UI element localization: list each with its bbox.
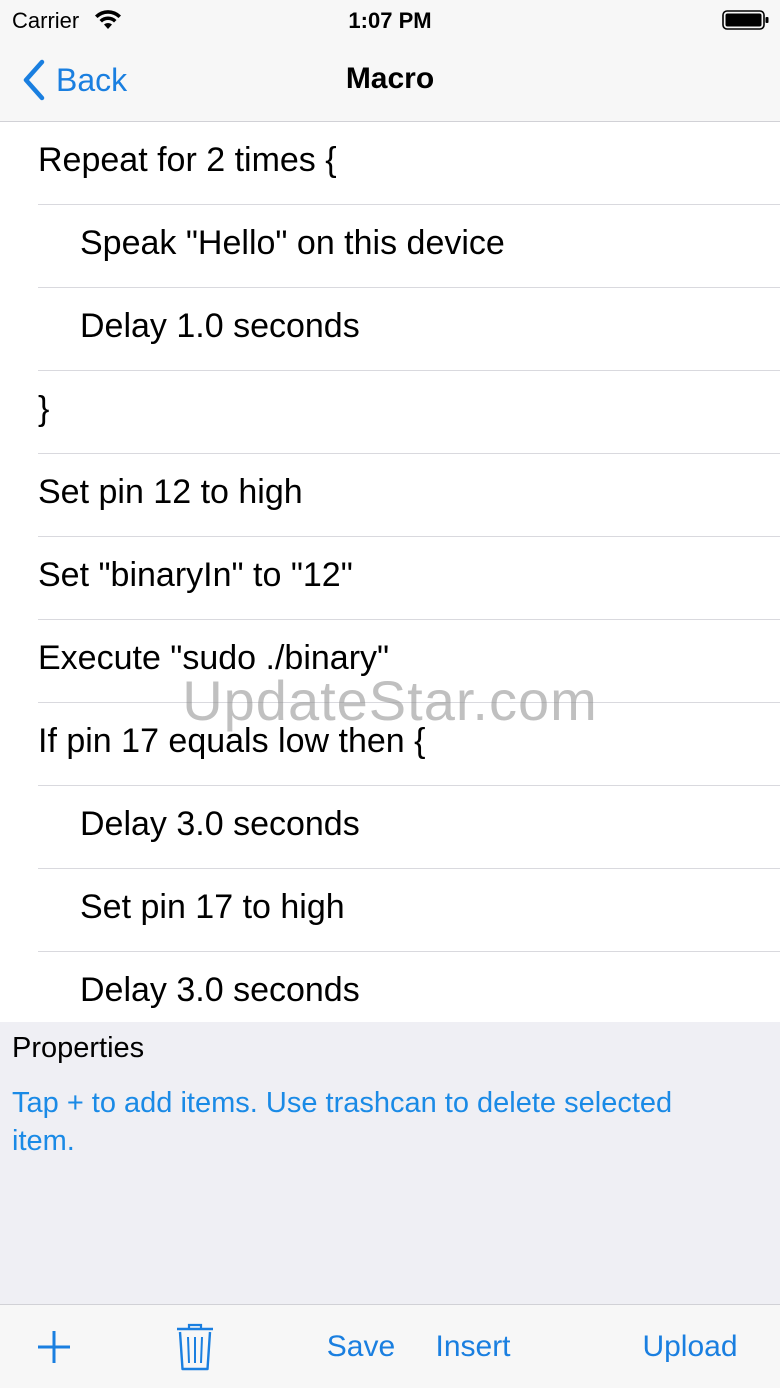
list-item[interactable]: Set pin 17 to high (0, 869, 780, 952)
list-item-label: Set pin 17 to high (80, 888, 345, 926)
status-time: 1:07 PM (348, 8, 432, 33)
add-item-button[interactable] (28, 1305, 80, 1388)
insert-button[interactable]: Insert (428, 1305, 518, 1388)
list-item-label: } (38, 390, 50, 428)
list-item[interactable]: Speak "Hello" on this device (0, 205, 780, 288)
properties-hint: Tap + to add items. Use trashcan to dele… (12, 1087, 673, 1157)
list-item[interactable]: Execute "sudo ./binary" (0, 620, 780, 703)
battery-icon (722, 10, 769, 30)
list-item-label: Delay 1.0 seconds (80, 307, 360, 345)
list-item-label: Speak "Hello" on this device (80, 224, 505, 262)
properties-panel: Properties Tap + to add items. Use trash… (0, 1022, 780, 1304)
list-item[interactable]: If pin 17 equals low then { (0, 703, 780, 786)
list-item-label: Delay 3.0 seconds (80, 805, 360, 843)
plus-icon (38, 1330, 70, 1363)
list-item[interactable]: Repeat for 2 times { (0, 122, 780, 205)
list-item-label: Repeat for 2 times { (38, 141, 337, 179)
list-item-label: If pin 17 equals low then { (38, 722, 426, 760)
trash-icon (177, 1323, 213, 1370)
bottom-toolbar: Save Insert Upload (0, 1304, 780, 1388)
list-item[interactable]: Delay 3.0 seconds (0, 952, 780, 1022)
properties-title: Properties (12, 1032, 145, 1064)
list-item[interactable]: Delay 3.0 seconds (0, 786, 780, 869)
navigation-bar: Back Macro (0, 40, 780, 122)
page-title: Macro (345, 62, 435, 95)
list-item-label: Set "binaryIn" to "12" (38, 556, 353, 594)
list-item-label: Set pin 12 to high (38, 473, 303, 511)
list-item-label: Execute "sudo ./binary" (38, 639, 390, 677)
list-item[interactable]: Delay 1.0 seconds (0, 288, 780, 371)
macro-list[interactable]: Repeat for 2 times { Speak "Hello" on th… (0, 122, 780, 1022)
list-item-label: Delay 3.0 seconds (80, 971, 360, 1009)
list-item[interactable]: Set "binaryIn" to "12" (0, 537, 780, 620)
save-button[interactable]: Save (322, 1305, 400, 1388)
list-item[interactable]: Set pin 12 to high (0, 454, 780, 537)
status-bar: Carrier 1:07 PM (0, 0, 780, 40)
upload-button[interactable]: Upload (634, 1305, 746, 1388)
delete-item-button[interactable] (172, 1305, 218, 1388)
list-item[interactable]: } (0, 371, 780, 454)
